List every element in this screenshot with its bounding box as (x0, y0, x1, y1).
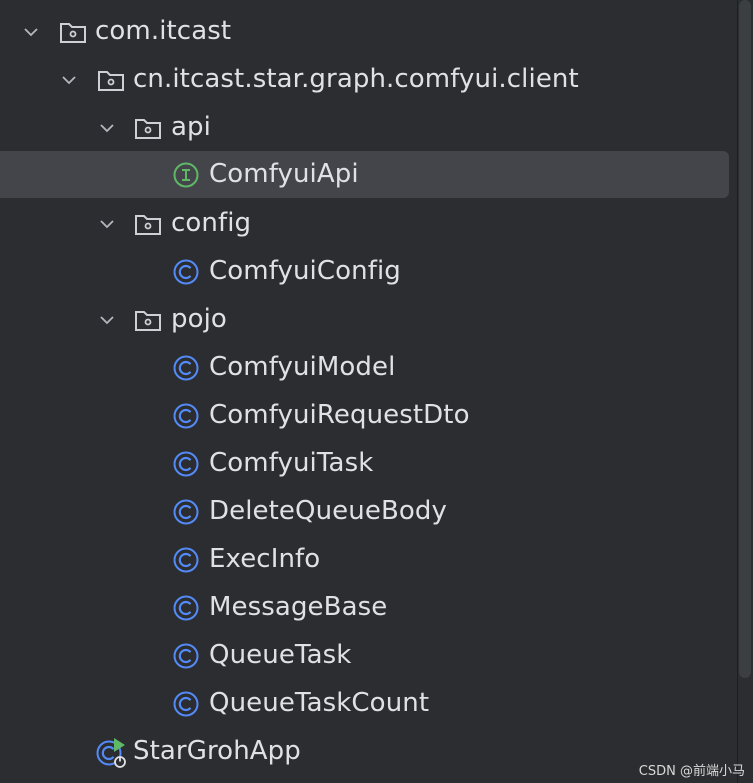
tree-node-comfyui-api[interactable]: ComfyuiApi (0, 151, 729, 198)
chevron-down-icon[interactable] (96, 213, 118, 235)
tree-node-delete-queue-body[interactable]: DeleteQueueBody (0, 488, 729, 535)
class-icon (171, 257, 201, 287)
tree-node-label: api (171, 112, 211, 142)
class-icon (171, 689, 201, 719)
tree-node-star-groh-app[interactable]: StarGrohApp (0, 728, 729, 775)
tree-node-label: ExecInfo (209, 544, 321, 574)
tree-node-comfyui-task[interactable]: ComfyuiTask (0, 440, 729, 487)
chevron-down-icon[interactable] (96, 309, 118, 331)
tree-node-label: ComfyuiModel (209, 352, 396, 382)
tree-node-com-itcast[interactable]: com.itcast (0, 8, 729, 55)
tree-node-label: ComfyuiTask (209, 448, 374, 478)
vertical-scrollbar[interactable] (739, 0, 751, 678)
tree-node-label: cn.itcast.star.graph.comfyui.client (133, 64, 579, 94)
chevron-down-icon[interactable] (96, 117, 118, 139)
tree-node-api[interactable]: api (0, 104, 729, 151)
chevron-down-icon[interactable] (20, 21, 42, 43)
package-folder-icon (133, 209, 163, 239)
scrollbar-track (737, 0, 738, 783)
class-icon (171, 593, 201, 623)
tree-node-label: com.itcast (95, 16, 232, 46)
class-icon (171, 353, 201, 383)
tree-node-pojo[interactable]: pojo (0, 296, 729, 343)
watermark-text: CSDN @前端小马 (638, 764, 745, 779)
tree-node-label: QueueTask (209, 640, 352, 670)
tree-node-label: pojo (171, 304, 227, 334)
tree-node-client-package[interactable]: cn.itcast.star.graph.comfyui.client (0, 56, 729, 103)
package-folder-icon (58, 17, 88, 47)
spring-boot-app-icon (95, 735, 129, 769)
interface-icon (171, 160, 201, 190)
tree-node-label: config (171, 208, 252, 238)
tree-node-comfyui-request-dto[interactable]: ComfyuiRequestDto (0, 392, 729, 439)
class-icon (171, 401, 201, 431)
tree-node-label: StarGrohApp (133, 736, 301, 766)
tree-node-label: QueueTaskCount (209, 688, 430, 718)
package-folder-icon (133, 113, 163, 143)
class-icon (171, 449, 201, 479)
tree-node-label: ComfyuiConfig (209, 256, 401, 286)
tree-node-queue-task-count[interactable]: QueueTaskCount (0, 680, 729, 727)
tree-node-exec-info[interactable]: ExecInfo (0, 536, 729, 583)
class-icon (171, 545, 201, 575)
class-icon (171, 497, 201, 527)
chevron-down-icon[interactable] (58, 69, 80, 91)
package-folder-icon (96, 65, 126, 95)
tree-node-comfyui-config[interactable]: ComfyuiConfig (0, 248, 729, 295)
tree-node-label: DeleteQueueBody (209, 496, 447, 526)
tree-node-config[interactable]: config (0, 200, 729, 247)
package-folder-icon (133, 305, 163, 335)
tree-node-label: ComfyuiRequestDto (209, 400, 470, 430)
tree-node-queue-task[interactable]: QueueTask (0, 632, 729, 679)
tree-node-message-base[interactable]: MessageBase (0, 584, 729, 631)
tree-node-label: ComfyuiApi (209, 159, 359, 189)
class-icon (171, 641, 201, 671)
tree-node-comfyui-model[interactable]: ComfyuiModel (0, 344, 729, 391)
tree-node-label: MessageBase (209, 592, 388, 622)
project-tree: com.itcast cn.itcast.star.graph.comfyui.… (0, 0, 753, 783)
